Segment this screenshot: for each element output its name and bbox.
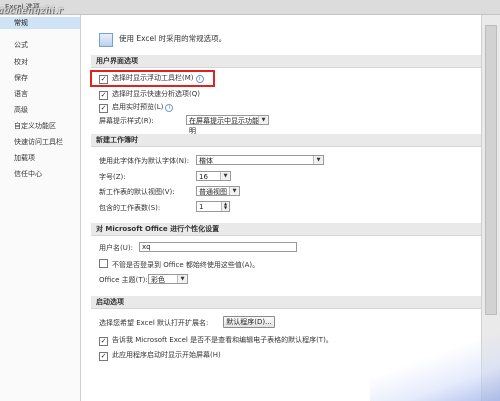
live-preview-label: 启用实时预览(L): [112, 103, 164, 111]
info-icon: i: [165, 104, 174, 112]
start-screen-label: 此应用程序启动时显示开始屏幕(H): [112, 351, 221, 359]
chevron-down-icon: ▼: [258, 116, 268, 124]
default-view-label: 新工作表的默认视图(V):: [99, 188, 175, 196]
sidebar-item-quick-access[interactable]: 快速访问工具栏: [14, 136, 80, 148]
sheet-count-label: 包含的工作表数(S):: [99, 204, 161, 212]
default-view-select[interactable]: 普通视图 ▼: [196, 186, 240, 196]
section-new-workbook: 新建工作簿时: [91, 134, 481, 147]
tell-me-label: 告诉我 Microsoft Excel 是否不是查看和编辑电子表格的默认程序(T…: [112, 336, 333, 344]
username-label: 用户名(U):: [99, 244, 133, 252]
title-bar: Excel 选项: [0, 0, 500, 15]
quick-analysis-checkbox[interactable]: ✓: [99, 91, 108, 100]
live-preview-checkbox[interactable]: ✓: [99, 104, 108, 113]
always-use-label: 不管是否登录到 Office 都始终使用这些值(A)。: [112, 261, 260, 269]
screentip-label: 屏幕提示样式(R):: [99, 117, 154, 125]
theme-value: 彩色: [151, 276, 165, 284]
sidebar-item-customize-ribbon[interactable]: 自定义功能区: [14, 120, 80, 132]
tell-me-option[interactable]: ✓ 告诉我 Microsoft Excel 是否不是查看和编辑电子表格的默认程序(…: [99, 335, 333, 346]
page-title: 使用 Excel 时采用的常规选项。: [119, 34, 227, 43]
sidebar-item-trust-center[interactable]: 信任中心: [14, 168, 80, 180]
default-view-value: 普通视图: [199, 188, 227, 196]
theme-label: Office 主题(T):: [99, 276, 148, 284]
chevron-down-icon: ▼: [313, 156, 323, 164]
sidebar-item-save[interactable]: 保存: [14, 72, 80, 84]
screen-glare: [370, 331, 500, 401]
sidebar-item-addins[interactable]: 加载项: [14, 152, 80, 164]
section-personalize: 对 Microsoft Office 进行个性化设置: [91, 223, 481, 236]
sidebar-item-language[interactable]: 语言: [14, 88, 80, 100]
sidebar-item-proofing[interactable]: 校对: [14, 56, 80, 68]
sidebar-item-advanced[interactable]: 高级: [14, 104, 80, 116]
always-use-option[interactable]: 不管是否登录到 Office 都始终使用这些值(A)。: [99, 259, 259, 270]
font-size-select[interactable]: 16 ▼: [196, 171, 231, 181]
default-font-label: 使用此字体作为默认字体(N):: [99, 157, 190, 165]
username-input[interactable]: xq: [139, 242, 297, 252]
sheet-count-spinner[interactable]: 1 ▲ ▼: [196, 201, 230, 212]
default-font-select[interactable]: 楷体 ▼: [196, 155, 324, 165]
chevron-down-icon: ▼: [229, 187, 239, 195]
sheet-count-value: 1: [199, 203, 204, 211]
sidebar-item-general[interactable]: 常规: [0, 17, 80, 29]
always-use-checkbox[interactable]: [99, 259, 108, 268]
sidebar-item-formulas[interactable]: 公式: [14, 39, 80, 51]
chevron-down-icon: ▼: [177, 275, 187, 283]
live-preview-option[interactable]: ✓ 启用实时预览(L) i: [99, 102, 174, 113]
theme-select[interactable]: 彩色 ▼: [148, 274, 188, 284]
screentip-value: 在屏幕提示中显示功能说明: [189, 117, 266, 135]
font-size-value: 16: [199, 173, 208, 181]
spinner-arrows[interactable]: ▲ ▼: [221, 202, 229, 211]
quick-analysis-option[interactable]: ✓ 选择时显示快速分析选项(Q): [99, 89, 200, 100]
spin-down-icon[interactable]: ▼: [224, 205, 227, 210]
screentip-select[interactable]: 在屏幕提示中显示功能说明 ▼: [186, 115, 269, 135]
default-programs-button[interactable]: 默认程序(D)...: [223, 316, 275, 328]
general-options-icon: [99, 33, 113, 47]
tell-me-checkbox[interactable]: ✓: [99, 337, 108, 346]
font-size-label: 字号(Z):: [99, 173, 126, 181]
section-startup: 启动选项: [91, 296, 481, 309]
extensions-label: 选择您希望 Excel 默认打开扩展名:: [99, 319, 209, 327]
options-sidebar: 常规 公式 校对 保存 语言 高级 自定义功能区 快速访问工具栏 加载项 信任中…: [0, 15, 81, 401]
start-screen-checkbox[interactable]: ✓: [99, 352, 108, 361]
chevron-down-icon: ▼: [220, 172, 230, 180]
default-font-value: 楷体: [199, 157, 213, 165]
quick-analysis-label: 选择时显示快速分析选项(Q): [112, 90, 200, 98]
highlight-box: [90, 70, 215, 87]
start-screen-option[interactable]: ✓ 此应用程序启动时显示开始屏幕(H): [99, 350, 221, 361]
section-ui-options: 用户界面选项: [91, 55, 481, 68]
scrollbar-thumb[interactable]: [485, 25, 497, 315]
